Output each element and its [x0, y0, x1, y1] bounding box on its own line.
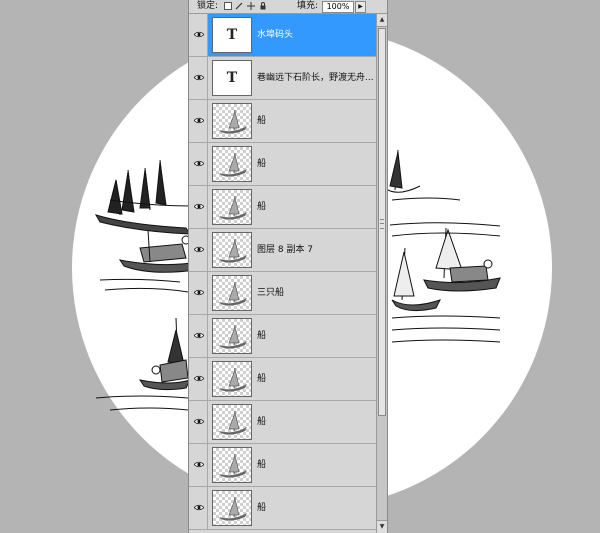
lock-icon[interactable]: [259, 2, 267, 10]
visibility-toggle[interactable]: [189, 57, 208, 99]
visibility-toggle[interactable]: [189, 358, 208, 400]
layer-thumbnail[interactable]: [212, 404, 252, 440]
layer-row[interactable]: 图层 8 副本 7: [189, 229, 376, 272]
eye-icon: [194, 246, 204, 253]
visibility-toggle[interactable]: [189, 14, 208, 56]
layer-thumbnail[interactable]: [212, 275, 252, 311]
fill-dropdown-arrow-icon[interactable]: ▶: [355, 1, 366, 13]
eye-icon: [194, 332, 204, 339]
eye-icon: [194, 375, 204, 382]
eye-icon: [194, 117, 204, 124]
boat-thumbnail-icon: [219, 496, 247, 521]
layer-name: 船: [257, 460, 267, 470]
layer-name: 船: [257, 417, 267, 427]
eye-icon: [194, 160, 204, 167]
eye-icon: [194, 203, 204, 210]
layer-name: 船: [257, 331, 267, 341]
eye-icon: [194, 418, 204, 425]
fill-opacity-input[interactable]: [322, 1, 354, 13]
visibility-toggle[interactable]: [189, 487, 208, 529]
boat-thumbnail-icon: [219, 410, 247, 435]
eye-icon: [194, 504, 204, 511]
layer-thumbnail[interactable]: [212, 447, 252, 483]
text-layer-icon: T: [226, 70, 238, 86]
brush-icon[interactable]: [235, 2, 243, 10]
boat-thumbnail-icon: [219, 453, 247, 478]
scroll-thumb[interactable]: [378, 28, 386, 416]
boat-thumbnail-icon: [219, 324, 247, 349]
text-layer-icon: T: [226, 27, 238, 43]
visibility-toggle[interactable]: [189, 186, 208, 228]
boat-thumbnail-icon: [219, 152, 247, 177]
layer-thumbnail[interactable]: [212, 103, 252, 139]
lock-label: 锁定:: [197, 1, 219, 11]
visibility-toggle[interactable]: [189, 229, 208, 271]
boat-thumbnail-icon: [219, 195, 247, 220]
layer-name: 船: [257, 116, 267, 126]
layer-name: 船: [257, 374, 267, 384]
layer-name: 图层 8 副本 7: [257, 245, 314, 255]
layer-thumbnail[interactable]: [212, 361, 252, 397]
eye-icon: [194, 31, 204, 38]
layer-name: 巷幽远下石阶长，野渡无舟...: [257, 73, 374, 83]
layer-list: T 水埠码头 T 巷幽远下石阶长，野渡无舟... 船船船图层 8 副本 7 三只船船船船船…: [189, 14, 376, 533]
layer-name: 船: [257, 159, 267, 169]
text-layer-thumbnail[interactable]: T: [212, 17, 252, 53]
layer-row[interactable]: 船: [189, 186, 376, 229]
layer-row[interactable]: 船: [189, 444, 376, 487]
scroll-down-arrow-icon[interactable]: ▼: [377, 520, 387, 533]
visibility-toggle[interactable]: [189, 401, 208, 443]
layer-row[interactable]: 船: [189, 487, 376, 530]
visibility-toggle[interactable]: [189, 315, 208, 357]
layer-row[interactable]: 船: [189, 358, 376, 401]
eye-icon: [194, 74, 204, 81]
boat-thumbnail-icon: [219, 238, 247, 263]
layer-thumbnail[interactable]: [212, 318, 252, 354]
move-icon[interactable]: [247, 2, 255, 10]
layer-row[interactable]: 船: [189, 401, 376, 444]
boat-thumbnail-icon: [219, 109, 247, 134]
layer-thumbnail[interactable]: [212, 189, 252, 225]
text-layer-thumbnail[interactable]: T: [212, 60, 252, 96]
layer-row[interactable]: T 巷幽远下石阶长，野渡无舟...: [189, 57, 376, 100]
visibility-toggle[interactable]: [189, 272, 208, 314]
eye-icon: [194, 461, 204, 468]
layers-panel: 锁定: 填充: ▶ T水埠码头T巷幽远下石阶长，野渡无舟...船船船图层 8 副…: [188, 0, 388, 533]
boat-thumbnail-icon: [219, 367, 247, 392]
visibility-toggle[interactable]: [189, 143, 208, 185]
fill-label: 填充:: [297, 1, 319, 11]
lock-transparent-pixels-icon[interactable]: [224, 2, 232, 10]
layer-row[interactable]: 船: [189, 315, 376, 358]
layer-row[interactable]: 三只船: [189, 272, 376, 315]
layer-row[interactable]: T 水埠码头: [189, 14, 376, 57]
layer-name: 船: [257, 503, 267, 513]
layer-row[interactable]: 船: [189, 100, 376, 143]
boat-thumbnail-icon: [219, 281, 247, 306]
layer-name: 三只船: [257, 288, 285, 298]
layer-name: 船: [257, 202, 267, 212]
layer-row[interactable]: 船: [189, 143, 376, 186]
layer-thumbnail[interactable]: [212, 146, 252, 182]
visibility-toggle[interactable]: [189, 100, 208, 142]
scroll-up-arrow-icon[interactable]: ▲: [377, 14, 387, 27]
layers-scrollbar[interactable]: ▲ ▼: [376, 14, 387, 533]
layer-name: 水埠码头: [257, 30, 294, 40]
layer-thumbnail[interactable]: [212, 232, 252, 268]
eye-icon: [194, 289, 204, 296]
visibility-toggle[interactable]: [189, 444, 208, 486]
layer-thumbnail[interactable]: [212, 490, 252, 526]
lock-bar: 锁定: 填充: ▶: [189, 0, 387, 14]
